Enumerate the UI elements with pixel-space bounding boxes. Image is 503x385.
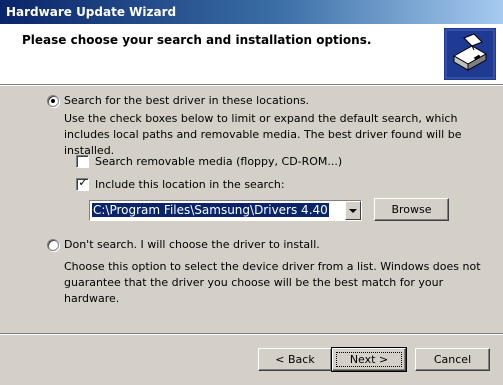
header-separator [0, 84, 503, 86]
cancel-label: Cancel [433, 353, 472, 366]
chevron-down-icon [349, 209, 357, 213]
browse-button[interactable]: Browse [374, 198, 449, 221]
check-mark-icon: ✓ [78, 176, 88, 189]
location-value[interactable]: C:\Program Files\Samsung\Drivers 4.40 [92, 203, 329, 217]
search-description: Use the check boxes below to limit or ex… [64, 112, 462, 157]
page-title: Please choose your search and installati… [22, 33, 372, 47]
window-title: Hardware Update Wizard [6, 5, 177, 19]
dont-search-radio[interactable] [47, 239, 59, 251]
include-location-label[interactable]: Include this location in the search: [95, 178, 285, 191]
dont-search-description: Choose this option to select the device … [64, 260, 481, 305]
search-radio-label[interactable]: Search for the best driver in these loca… [64, 94, 309, 107]
search-radio[interactable] [47, 95, 59, 107]
back-button[interactable]: < Back [258, 348, 332, 371]
back-label: < Back [275, 353, 315, 366]
dont-search-radio-label[interactable]: Don't search. I will choose the driver t… [64, 238, 320, 251]
title-bar[interactable]: Hardware Update Wizard [0, 0, 503, 24]
wizard-hardware-icon [444, 28, 496, 80]
next-button[interactable]: Next > [331, 347, 407, 372]
radio-selected-dot [51, 99, 55, 103]
removable-media-label[interactable]: Search removable media (floppy, CD-ROM..… [95, 155, 342, 168]
dropdown-button[interactable] [345, 201, 361, 220]
cancel-button[interactable]: Cancel [415, 348, 490, 371]
wizard-header: Please choose your search and installati… [0, 24, 503, 84]
focus-rectangle [336, 352, 402, 367]
browse-label: Browse [391, 203, 432, 216]
include-location-checkbox[interactable]: ✓ [76, 176, 89, 191]
location-combobox[interactable]: C:\Program Files\Samsung\Drivers 4.40 [89, 200, 362, 221]
removable-media-checkbox[interactable] [76, 155, 89, 168]
footer-separator [0, 333, 503, 335]
